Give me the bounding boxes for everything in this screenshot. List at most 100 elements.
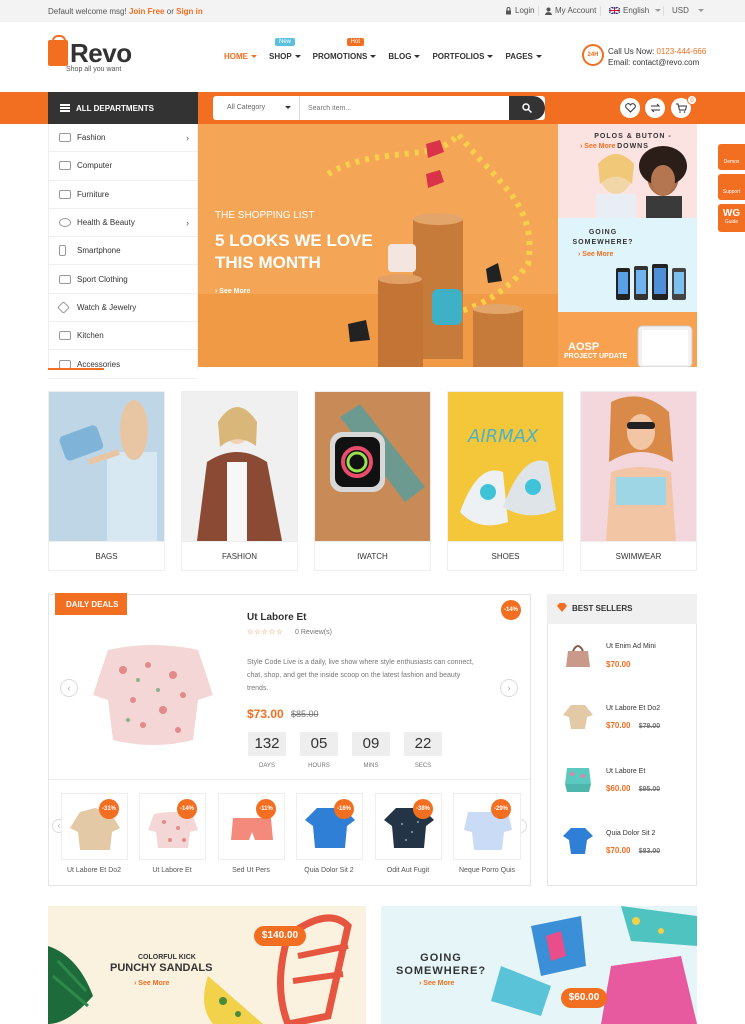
nav-label: HOME [224, 52, 248, 61]
hero-banner[interactable]: THE SHOPPING LIST 5 LOOKS WE LOVE THIS M… [198, 124, 558, 367]
nav-blog[interactable]: BLOG [388, 52, 421, 61]
email-text[interactable]: Email: contact@revo.com [608, 57, 706, 68]
banner-going-somewhere[interactable]: GOING SOMEWHERE? › See More $60.00 [381, 906, 697, 1024]
countdown-mins: 09 [352, 732, 390, 756]
dept-health-beauty[interactable]: Health & Beauty › [49, 209, 197, 238]
login-link[interactable]: Login [505, 6, 535, 15]
side-tab-guide[interactable]: WG Guide [718, 204, 745, 232]
wishlist-button[interactable] [620, 98, 640, 118]
tablet-image [637, 325, 693, 367]
join-free-link[interactable]: Join Free [129, 7, 165, 16]
dept-smartphone[interactable]: Smartphone [49, 237, 197, 266]
bags-image [49, 392, 164, 541]
best-seller-name[interactable]: Ut Enim Ad Mini [606, 643, 656, 650]
dept-watch-jewelry[interactable]: Watch & Jewelry [49, 294, 197, 323]
deals-next-button[interactable]: › [500, 679, 518, 697]
menu-icon [60, 104, 70, 112]
hero-see-more-link[interactable]: › See More [215, 288, 250, 295]
category-select[interactable]: All Category [213, 96, 300, 120]
product-name[interactable]: Quia Dolor Sit 2 [289, 867, 369, 874]
old-price: $83.00 [638, 848, 661, 855]
dept-furniture[interactable]: Furniture [49, 181, 197, 209]
cart-count-badge: 0 [687, 95, 697, 105]
product-name[interactable]: Ut Labore Et [132, 867, 212, 874]
banner-punchy-sandals[interactable]: $140.00 COLORFUL KICK PUNCHY SANDALS › S… [48, 906, 366, 1024]
sign-in-link[interactable]: Sign in [176, 7, 203, 16]
product-thumb[interactable] [375, 793, 442, 860]
side-tab-support[interactable]: Support [718, 174, 745, 200]
logo-icon[interactable] [48, 35, 68, 66]
promo-see-more-link[interactable]: › See More [580, 143, 615, 150]
banner-price-tag: $140.00 [254, 926, 306, 946]
category-card-iwatch[interactable]: IWATCH [314, 391, 431, 571]
nav-portfolios[interactable]: PORTFOLIOS [432, 52, 494, 61]
currency-selector[interactable]: USD [672, 6, 704, 15]
svg-text:AIRMAX: AIRMAX [467, 426, 539, 447]
nav-label: PORTFOLIOS [432, 52, 485, 61]
dept-accessories[interactable]: Accessories [49, 350, 197, 379]
product-thumb[interactable] [218, 793, 285, 860]
product-name[interactable]: Odit Aut Fugit [368, 867, 448, 874]
promo-aosp[interactable]: AOSP PROJECT UPDATE [558, 312, 697, 367]
deals-prev-button[interactable]: ‹ [60, 679, 78, 697]
category-card-swimwear[interactable]: SWIMWEAR [580, 391, 697, 571]
product-thumb[interactable] [61, 793, 128, 860]
promo-polos[interactable]: POLOS & BUTON - DOWNS › See More [558, 124, 697, 218]
shirt-icon [59, 133, 71, 143]
best-seller-image[interactable] [563, 701, 593, 731]
category-card-fashion[interactable]: FASHION [181, 391, 298, 571]
category-label: SWIMWEAR [581, 541, 696, 570]
dept-kitchen[interactable]: Kitchen [49, 322, 197, 351]
promo-going-somewhere[interactable]: GOING SOMEWHERE? › See More [558, 218, 697, 312]
dept-computer[interactable]: Computer [49, 152, 197, 181]
chevron-right-icon: › [507, 683, 511, 693]
divider [600, 6, 601, 16]
deal-title[interactable]: Ut Labore Et [247, 612, 306, 623]
nav-shop[interactable]: New SHOP [269, 38, 301, 61]
nav-label: BLOG [388, 52, 412, 61]
best-seller-image[interactable] [563, 639, 593, 669]
phones-image [616, 264, 686, 300]
see-more-label: See More [423, 980, 455, 987]
product-thumb[interactable] [296, 793, 363, 860]
dept-sport-clothing[interactable]: Sport Clothing [49, 265, 197, 294]
best-seller-price: $70.00 $79.00 [606, 721, 660, 730]
product-thumb[interactable] [139, 793, 206, 860]
currency-label: USD [672, 6, 689, 15]
best-seller-name[interactable]: Ut Labore Et [606, 768, 645, 775]
all-departments-button[interactable]: ALL DEPARTMENTS [48, 92, 198, 124]
product-thumb[interactable] [453, 793, 521, 860]
chevron-down-icon [285, 106, 291, 109]
best-seller-name[interactable]: Ut Labore Et Do2 [606, 705, 660, 712]
nav-promotions[interactable]: Hot PROMOTIONS [313, 38, 377, 61]
my-account-link[interactable]: My Account [545, 6, 596, 15]
phone-number[interactable]: 0123-444-666 [656, 47, 706, 56]
product-name[interactable]: Neque Porro Quis [447, 867, 527, 874]
logo-text[interactable]: Revo [70, 38, 132, 69]
nav-label: SHOP [269, 52, 292, 61]
iwatch-image [315, 392, 430, 541]
side-tab-demos[interactable]: Demos [718, 144, 745, 170]
heart-icon [624, 103, 636, 113]
search-input[interactable] [300, 96, 509, 120]
dept-fashion[interactable]: Fashion › [49, 124, 197, 153]
promo-see-more-link[interactable]: › See More [578, 251, 613, 258]
banner-see-more-link[interactable]: › See More [419, 980, 454, 987]
nav-home[interactable]: HOME [224, 52, 257, 61]
price: $60.00 [606, 784, 631, 793]
best-seller-image[interactable] [563, 764, 593, 794]
deal-product-image[interactable] [88, 640, 218, 750]
dept-label: Sport Clothing [77, 274, 128, 284]
category-card-bags[interactable]: BAGS [48, 391, 165, 571]
product-name[interactable]: Sed Ut Pers [211, 867, 291, 874]
best-seller-name[interactable]: Quia Dolor Sit 2 [606, 830, 655, 837]
compare-button[interactable] [645, 98, 665, 118]
banner-see-more-link[interactable]: › See More [134, 980, 169, 987]
product-name[interactable]: Ut Labore Et Do2 [54, 867, 134, 874]
category-card-shoes[interactable]: AIRMAX SHOES [447, 391, 564, 571]
best-seller-image[interactable] [563, 826, 593, 856]
nav-pages[interactable]: PAGES [505, 52, 542, 61]
search-button[interactable] [509, 96, 545, 120]
language-selector[interactable]: English [609, 6, 662, 15]
divider [663, 6, 664, 16]
